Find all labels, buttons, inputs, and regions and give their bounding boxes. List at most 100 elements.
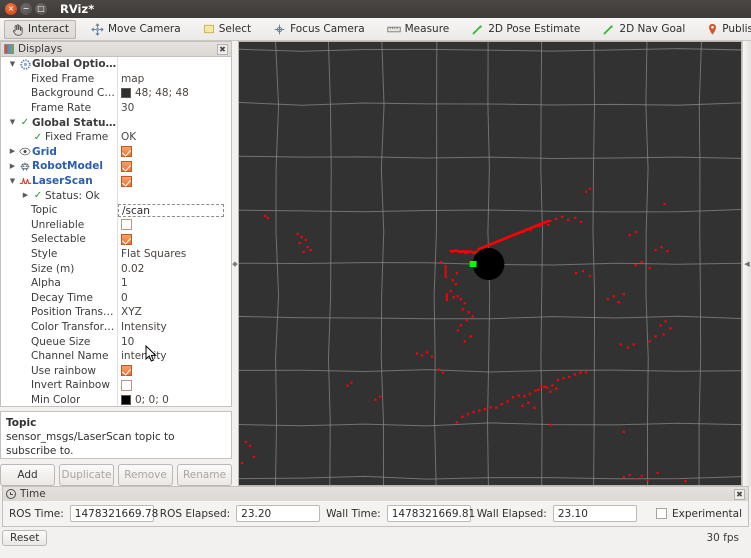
display-property-row[interactable]: ▼✓Global Status: Ok [1,115,231,130]
property-value-cell[interactable]: 0.02 [117,261,231,276]
displays-tree[interactable]: ▼ Global Options Fixed Frame map Background … [0,56,232,407]
property-value-cell[interactable] [117,217,231,233]
property-value-cell[interactable]: map [117,71,231,87]
property-value-cell[interactable]: 0; 0; 0 [117,392,231,406]
property-checkbox[interactable] [121,365,132,377]
property-value-cell[interactable] [117,57,231,72]
tool-focus-camera[interactable]: Focus Camera [266,20,372,39]
display-property-row[interactable]: ▼ LaserScan [1,173,231,189]
reset-button[interactable]: Reset [2,529,48,546]
chevron-right-icon[interactable]: ▶ [7,148,18,155]
display-property-row[interactable]: Style Flat Squares [1,246,231,262]
window-close-button[interactable]: × [5,3,17,15]
display-property-row[interactable]: Channel Name intensity [1,348,231,364]
scan-point [606,298,609,301]
display-property-row[interactable]: Unreliable [1,217,231,233]
chevron-down-icon[interactable]: ▼ [7,60,18,68]
display-property-row[interactable]: Decay Time 0 [1,290,231,306]
property-value-cell[interactable] [117,378,231,393]
display-property-row[interactable]: Min Color 0; 0; 0 [1,392,231,406]
property-value-cell[interactable] [117,173,231,189]
display-property-row[interactable]: Background Color 48; 48; 48 [1,86,231,101]
property-checkbox[interactable] [121,233,132,245]
chevron-down-icon[interactable]: ▼ [7,177,18,185]
property-value-cell[interactable] [117,363,231,379]
display-property-row[interactable]: Position Transfor... XYZ [1,305,231,320]
scan-point [549,423,552,426]
property-value-cell[interactable]: XYZ [117,305,231,320]
property-value-cell[interactable]: 1 [117,275,231,291]
display-property-row[interactable]: ▼ Global Options [1,57,231,72]
tool-measure[interactable]: Measure [380,20,457,39]
window-minimize-button[interactable]: − [20,3,32,15]
viewport-canvas[interactable] [239,42,741,485]
displays-dock: Displays ✖ ▼ Global Options Fixed Frame map… [0,41,232,486]
property-value-cell[interactable] [117,159,231,174]
tool-interact[interactable]: Interact [4,19,76,39]
property-value-cell[interactable]: /scan [117,202,231,218]
displays-panel-close-button[interactable]: ✖ [217,43,228,55]
scan-point [588,187,592,190]
display-property-row[interactable]: ▶ ✓ Status: Ok [1,188,231,203]
window-maximize-button[interactable]: □ [35,3,47,15]
tool-2d-nav-goal[interactable]: 2D Nav Goal [595,20,692,39]
rename-button[interactable]: Rename [177,464,232,486]
tool-select[interactable]: Select [196,20,258,39]
display-property-row[interactable]: Queue Size 10 [1,334,231,349]
wall-elapsed-field[interactable]: 23.10 [552,505,637,522]
color-swatch[interactable] [121,88,131,99]
check-icon: ✓ [18,117,32,128]
viewport-right-handle[interactable]: ◀ [742,41,751,486]
property-value-cell[interactable]: 10 [117,334,231,349]
color-swatch[interactable] [121,394,131,405]
3d-viewport[interactable] [238,41,742,486]
property-checkbox[interactable] [121,379,132,391]
display-property-row[interactable]: Size (m) 0.02 [1,261,231,276]
wall-time-field[interactable]: 1478321669.81 [386,505,475,522]
display-property-row[interactable]: Invert Rainbow [1,378,231,393]
display-property-row[interactable]: Topic/scan [1,202,231,218]
property-checkbox[interactable] [121,160,132,172]
chevron-right-icon[interactable]: ▶ [7,162,18,170]
tool-2d-pose-estimate[interactable]: 2D Pose Estimate [464,20,587,39]
property-value-text: intensity [121,350,167,363]
property-value-cell[interactable]: intensity [117,348,231,364]
property-value-cell[interactable]: 0 [117,290,231,306]
display-property-row[interactable]: ▶ RobotModel [1,159,231,174]
property-value-cell[interactable]: OK [117,129,231,145]
property-label: Selectable [31,233,86,246]
experimental-checkbox[interactable] [655,508,667,519]
property-value-cell[interactable] [117,144,231,160]
property-value-cell[interactable]: 30 [117,100,231,116]
ros-elapsed-field[interactable]: 23.20 [236,505,321,522]
display-property-row[interactable]: ✓ Fixed Frame OK [1,129,231,145]
property-value-cell[interactable]: 48; 48; 48 [117,86,231,101]
display-property-row[interactable]: Fixed Frame map [1,71,231,87]
display-property-row[interactable]: Alpha 1 [1,275,231,291]
display-property-row[interactable]: Use rainbow [1,363,231,379]
chevron-down-icon[interactable]: ▼ [7,119,18,126]
topic-input[interactable]: /scan [118,203,224,217]
remove-button[interactable]: Remove [118,464,173,486]
time-panel-close-button[interactable]: ✖ [734,488,745,500]
property-checkbox[interactable] [121,146,132,158]
property-checkbox[interactable] [121,175,132,187]
display-property-row[interactable]: ▶ Grid [1,144,231,160]
add-button[interactable]: Add [0,464,55,486]
property-value-cell[interactable] [117,232,231,247]
property-value-cell[interactable] [117,188,231,203]
property-checkbox[interactable] [121,219,132,231]
ros-time-field[interactable]: 1478321669.78 [69,505,158,522]
property-value-cell[interactable] [117,115,231,130]
display-property-row[interactable]: Selectable [1,232,231,247]
display-property-row[interactable]: Color Transformer Intensity [1,319,231,335]
tool-move-camera[interactable]: Move Camera [84,20,188,39]
property-value-cell[interactable]: Flat Squares [117,246,231,262]
property-value-cell[interactable]: Intensity [117,319,231,335]
display-property-row[interactable]: Frame Rate 30 [1,100,231,116]
laserscan-icon [19,178,31,185]
chevron-right-icon[interactable]: ▶ [20,192,31,199]
duplicate-button[interactable]: Duplicate [59,464,114,486]
experimental-toggle[interactable]: Experimental [655,508,742,520]
tool-publish-point[interactable]: Publish Point [700,20,751,39]
